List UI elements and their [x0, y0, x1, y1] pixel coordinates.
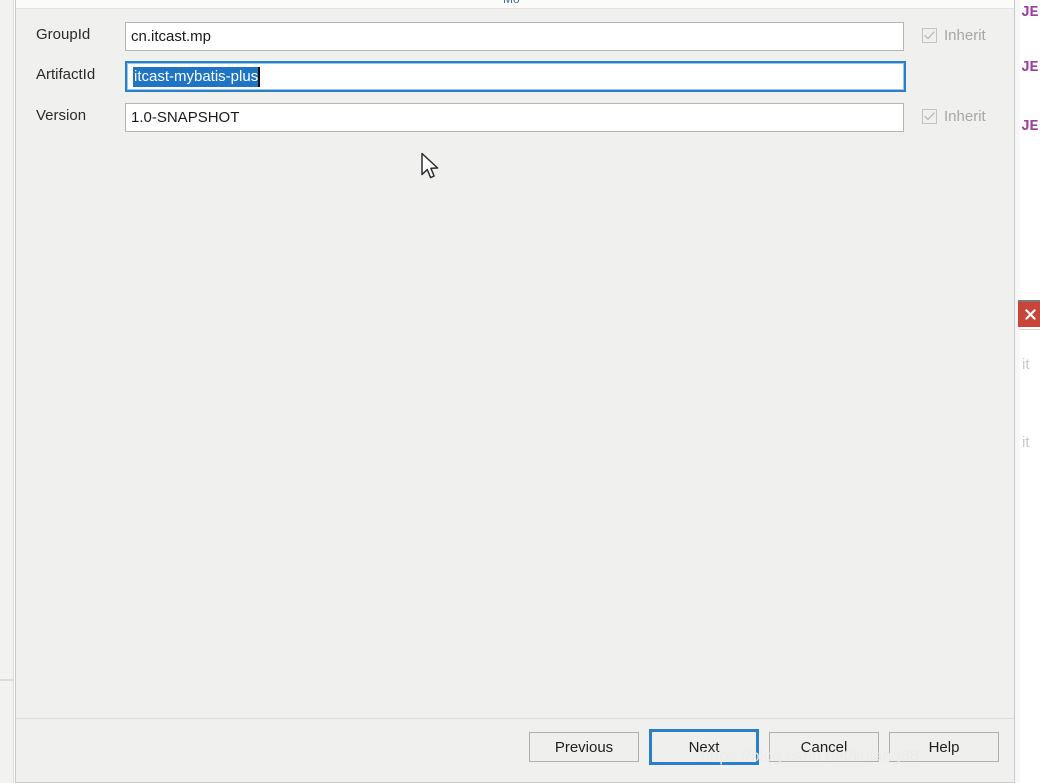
previous-button[interactable]: Previous: [529, 732, 639, 762]
groupid-label: GroupId: [36, 26, 91, 43]
version-inherit-label: Inherit: [944, 108, 986, 125]
groupid-inherit-group[interactable]: Inherit: [922, 27, 986, 44]
background-close-button[interactable]: [1018, 300, 1040, 327]
form-row-groupid: GroupId cn.itcast.mp Inherit: [16, 22, 1014, 52]
version-inherit-group[interactable]: Inherit: [922, 108, 986, 125]
background-faint-fragment: it: [1022, 434, 1030, 451]
check-icon: [924, 112, 935, 121]
background-left-divider: [0, 679, 14, 681]
version-inherit-checkbox: [922, 109, 937, 124]
background-code-fragment: JE: [1021, 4, 1039, 21]
check-icon: [924, 31, 935, 40]
background-left-strip: [0, 0, 14, 783]
groupid-inherit-label: Inherit: [944, 27, 986, 44]
dialog-title: Mo: [503, 0, 520, 6]
form-row-version: Version 1.0-SNAPSHOT Inherit: [16, 103, 1014, 133]
cancel-button[interactable]: Cancel: [769, 732, 879, 762]
help-button[interactable]: Help: [889, 732, 999, 762]
next-button[interactable]: Next: [649, 729, 759, 765]
background-code-fragment: JE: [1021, 59, 1039, 76]
version-input[interactable]: 1.0-SNAPSHOT: [125, 103, 904, 132]
form-row-artifactid: ArtifactId itcast-mybatis-plus: [16, 61, 1014, 92]
dialog-button-bar: Previous Next Cancel Help: [16, 718, 1014, 782]
maven-coordinates-form: GroupId cn.itcast.mp Inherit ArtifactId …: [16, 10, 1014, 720]
artifactid-selected-text: itcast-mybatis-plus: [133, 67, 261, 87]
new-module-wizard-dialog: Mo GroupId cn.itcast.mp Inherit Artif: [15, 0, 1015, 783]
close-icon: [1024, 309, 1036, 320]
artifactid-label: ArtifactId: [36, 66, 96, 83]
dialog-titlebar: Mo: [16, 0, 1014, 9]
mouse-cursor: [421, 152, 439, 179]
groupid-inherit-checkbox: [922, 28, 937, 43]
background-code-fragment: JE: [1021, 118, 1039, 135]
artifactid-input[interactable]: itcast-mybatis-plus: [125, 61, 906, 92]
background-faint-fragment: it: [1022, 356, 1030, 373]
version-label: Version: [36, 107, 87, 124]
screen-root: JE JE JE it it Mo GroupId cn.itcast.mp: [0, 0, 1040, 783]
groupid-input[interactable]: cn.itcast.mp: [125, 22, 904, 51]
background-panel-divider: [1019, 329, 1040, 330]
